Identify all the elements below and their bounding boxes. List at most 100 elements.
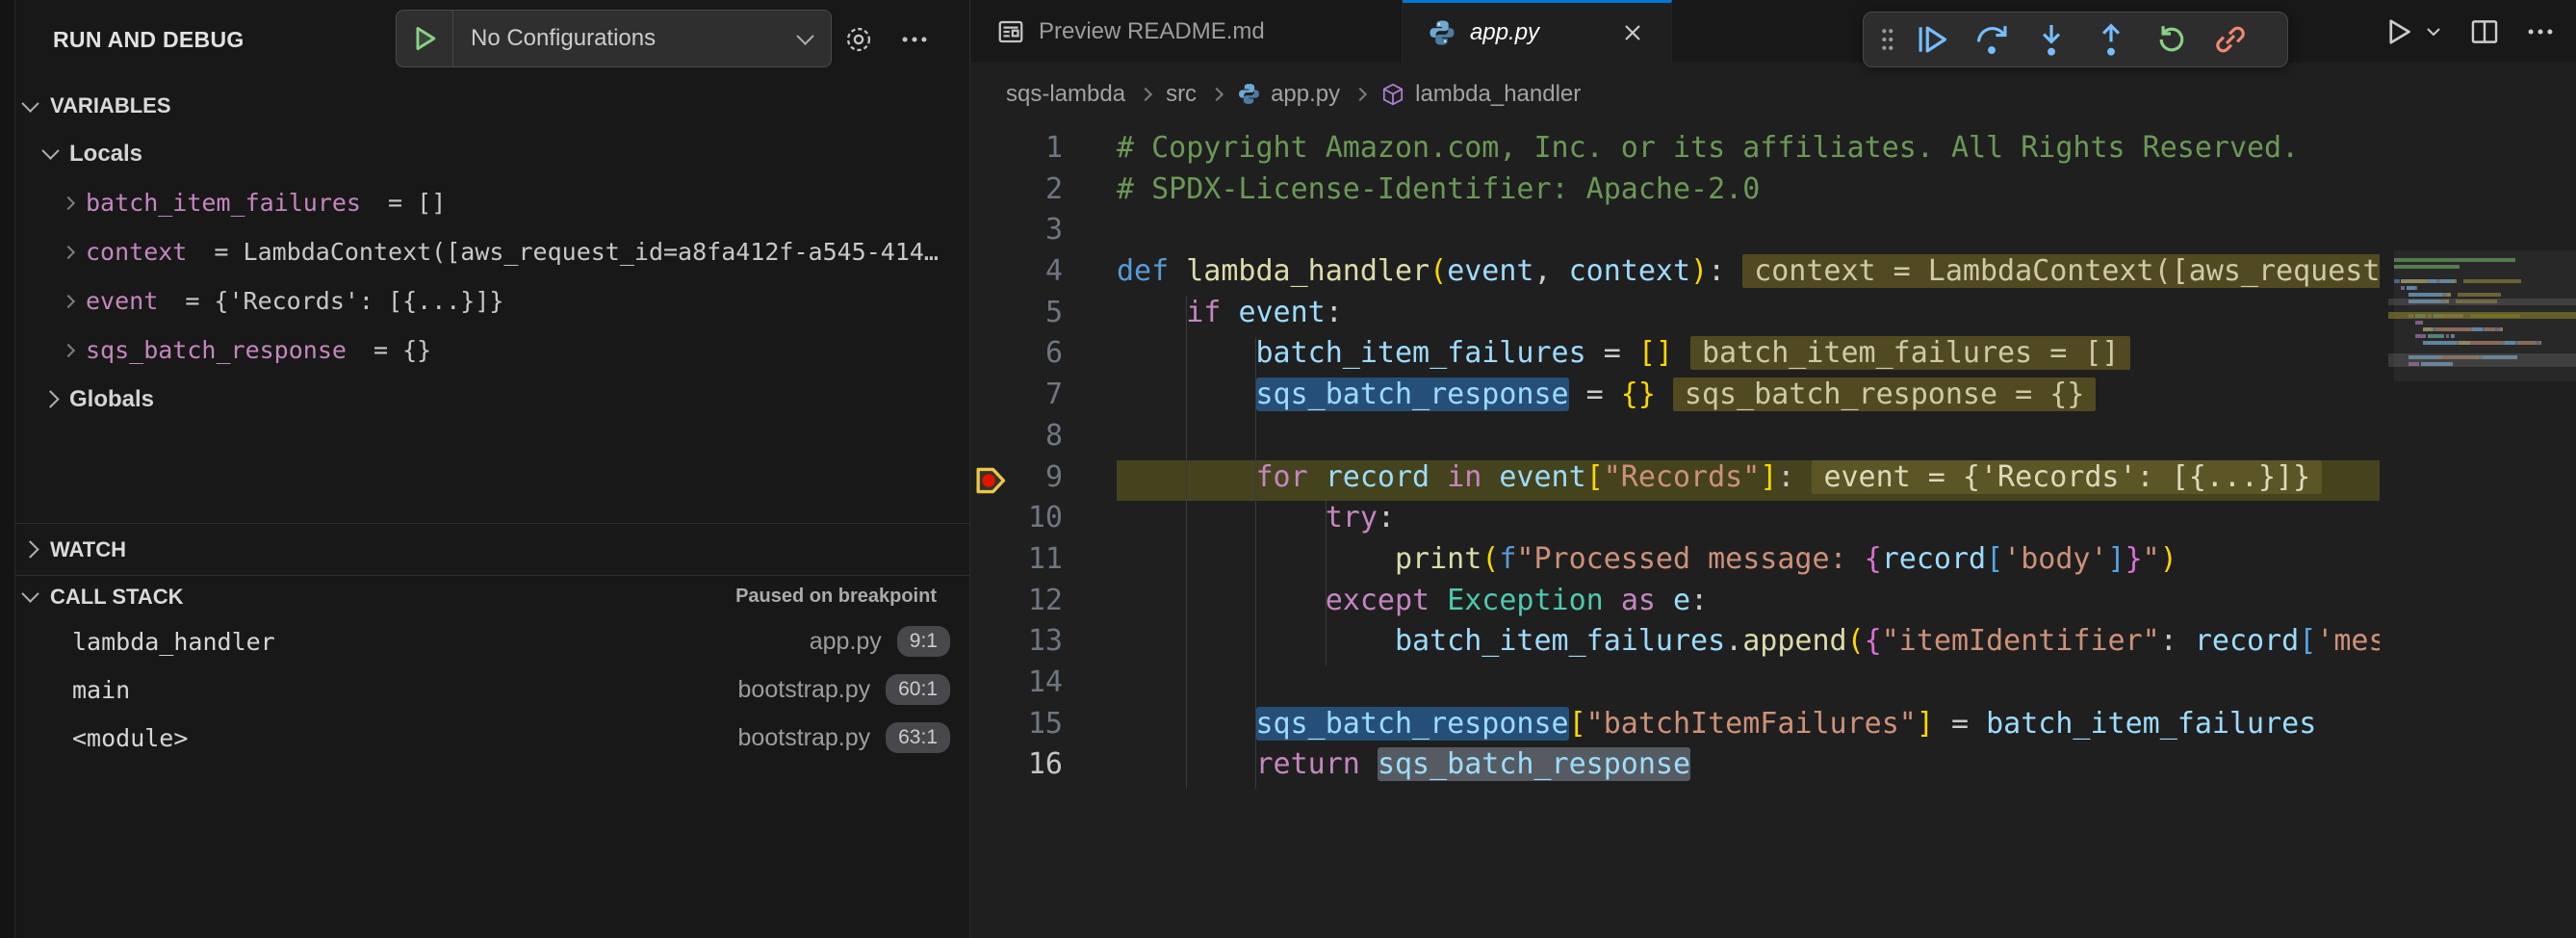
minimap-line bbox=[2394, 341, 2576, 345]
code-line-15[interactable]: sqs_batch_response["batchItemFailures"] … bbox=[1117, 707, 2380, 748]
minimap[interactable] bbox=[2394, 250, 2576, 938]
code-token: context bbox=[1569, 254, 1690, 288]
markdown-preview-icon bbox=[996, 17, 1025, 46]
breadcrumb-label: src bbox=[1166, 81, 1197, 108]
breadcrumb-item-app-py[interactable]: app.py bbox=[1237, 81, 1340, 108]
variable-row-sqs-batch-response[interactable]: sqs_batch_response = {} bbox=[0, 326, 969, 375]
stack-frame-lambda-handler[interactable]: lambda_handlerapp.py9:1 bbox=[0, 617, 969, 665]
minimap-token bbox=[2472, 341, 2501, 345]
code-line-9[interactable]: for record in event["Records"]:event = {… bbox=[1117, 460, 2380, 502]
gutter-line-10[interactable]: 10 bbox=[971, 501, 1117, 542]
code-line-11[interactable]: print(f"Processed message: {record['body… bbox=[1117, 542, 2380, 584]
breadcrumb-item-lambda-handler[interactable]: lambda_handler bbox=[1380, 81, 1581, 108]
continue-button[interactable] bbox=[1902, 17, 1962, 62]
breadcrumb-item-src[interactable]: src bbox=[1166, 81, 1197, 108]
variable-name: sqs_batch_response bbox=[86, 336, 347, 364]
variable-row-context[interactable]: context = LambdaContext([aws_request_id=… bbox=[0, 227, 969, 276]
step-into-button[interactable] bbox=[2022, 17, 2081, 62]
run-dropdown-chevron[interactable] bbox=[2422, 20, 2445, 43]
gutter-line-9[interactable]: 9 bbox=[971, 460, 1117, 502]
code-line-1[interactable]: # Copyright Amazon.com, Inc. or its affi… bbox=[1117, 131, 2380, 172]
minimap-gap bbox=[2457, 279, 2463, 283]
minimap-token bbox=[2453, 334, 2455, 338]
code-token: record bbox=[1882, 542, 1986, 576]
editor-group: Preview README.mdapp.py sqs-lambdasrcapp… bbox=[971, 0, 2576, 938]
stack-frame-module[interactable]: <module>bootstrap.py63:1 bbox=[0, 714, 969, 762]
editor-gutter[interactable]: 12345678910111213141516 bbox=[971, 131, 1117, 789]
code-line-12[interactable]: except Exception as e: bbox=[1117, 584, 2380, 625]
split-editor-button[interactable] bbox=[2468, 15, 2501, 48]
code-token bbox=[1117, 460, 1256, 494]
line-number: 1 bbox=[1045, 131, 1063, 165]
gutter-line-3[interactable]: 3 bbox=[971, 213, 1117, 254]
gutter-line-15[interactable]: 15 bbox=[971, 707, 1117, 748]
call-stack-header[interactable]: CALL STACK Paused on breakpoint bbox=[0, 576, 969, 617]
code-lines[interactable]: # Copyright Amazon.com, Inc. or its affi… bbox=[1117, 131, 2380, 789]
code-line-7[interactable]: sqs_batch_response = {}sqs_batch_respons… bbox=[1117, 378, 2380, 419]
gutter-line-1[interactable]: 1 bbox=[971, 131, 1117, 172]
more-actions-button[interactable] bbox=[2524, 15, 2557, 48]
code-line-6[interactable]: batch_item_failures = []batch_item_failu… bbox=[1117, 336, 2380, 378]
gutter-line-14[interactable]: 14 bbox=[971, 665, 1117, 707]
frame-file-name: bootstrap.py bbox=[738, 724, 871, 752]
variable-row-batch-item-failures[interactable]: batch_item_failures = [] bbox=[0, 178, 969, 227]
start-debugging-icon[interactable] bbox=[397, 11, 453, 66]
gutter-line-13[interactable]: 13 bbox=[971, 624, 1117, 665]
code-token: f bbox=[1499, 542, 1516, 576]
gutter-line-4[interactable]: 4 bbox=[971, 254, 1117, 296]
code-token: e bbox=[1673, 584, 1690, 617]
views-and-more-actions-button[interactable] bbox=[895, 20, 934, 59]
code-line-4[interactable]: def lambda_handler(event, context):conte… bbox=[1117, 254, 2380, 296]
gutter-line-16[interactable]: 16 bbox=[971, 747, 1117, 789]
breadcrumb-item-sqs-lambda[interactable]: sqs-lambda bbox=[1006, 81, 1125, 108]
close-icon[interactable] bbox=[1619, 19, 1646, 46]
gutter-line-12[interactable]: 12 bbox=[971, 584, 1117, 625]
gutter-line-2[interactable]: 2 bbox=[971, 172, 1117, 214]
variables-header[interactable]: VARIABLES bbox=[0, 83, 969, 129]
tab-app-py[interactable]: app.py bbox=[1403, 0, 1672, 63]
run-button[interactable] bbox=[2382, 14, 2416, 49]
disconnect-button[interactable] bbox=[2201, 17, 2260, 62]
code-line-10[interactable]: try: bbox=[1117, 501, 2380, 542]
step-out-button[interactable] bbox=[2081, 17, 2141, 62]
watch-section-header[interactable]: WATCH bbox=[0, 523, 969, 575]
code-line-8[interactable] bbox=[1117, 419, 2380, 460]
frame-function-name: <module> bbox=[72, 724, 188, 752]
minimap-token bbox=[2428, 279, 2436, 283]
variable-row-event[interactable]: event = {'Records': [{...}]} bbox=[0, 276, 969, 326]
gutter-line-6[interactable]: 6 bbox=[971, 336, 1117, 378]
gutter-line-11[interactable]: 11 bbox=[971, 542, 1117, 584]
code-editor[interactable]: 12345678910111213141516 # Copyright Amaz… bbox=[971, 125, 2576, 938]
breakpoint-paused-icon[interactable] bbox=[973, 463, 1008, 503]
minimap-line bbox=[2394, 293, 2576, 297]
frame-line-column-badge: 9:1 bbox=[897, 626, 950, 657]
frame-file-name: app.py bbox=[810, 628, 882, 656]
restart-button[interactable] bbox=[2141, 17, 2201, 62]
stack-frame-main[interactable]: mainbootstrap.py60:1 bbox=[0, 665, 969, 714]
code-token: lambda_handler bbox=[1186, 254, 1430, 288]
settings-gear-icon[interactable] bbox=[839, 20, 878, 59]
gutter-line-5[interactable]: 5 bbox=[971, 296, 1117, 337]
debug-configuration-dropdown[interactable]: No Configurations bbox=[396, 10, 832, 67]
code-token: sqs_batch_response bbox=[1256, 378, 1569, 411]
line-number: 2 bbox=[1045, 172, 1063, 206]
variables-group-locals[interactable]: Locals bbox=[0, 129, 969, 178]
code-line-14[interactable] bbox=[1117, 665, 2380, 707]
code-line-16[interactable]: return sqs_batch_response bbox=[1117, 747, 2380, 789]
step-over-button[interactable] bbox=[1962, 17, 2022, 62]
gripper-icon[interactable] bbox=[1871, 25, 1902, 54]
chevron-expanded-icon bbox=[21, 585, 39, 602]
code-line-5[interactable]: if event: bbox=[1117, 296, 2380, 337]
gutter-line-8[interactable]: 8 bbox=[971, 419, 1117, 460]
line-number: 8 bbox=[1045, 419, 1063, 453]
minimap-line bbox=[2394, 265, 2576, 269]
code-line-13[interactable]: batch_item_failures.append({"itemIdentif… bbox=[1117, 624, 2380, 665]
call-stack-header-label: CALL STACK bbox=[50, 585, 184, 610]
code-line-2[interactable]: # SPDX-License-Identifier: Apache-2.0 bbox=[1117, 172, 2380, 214]
code-line-3[interactable] bbox=[1117, 213, 2380, 254]
tab-preview-readme-md[interactable]: Preview README.md bbox=[971, 0, 1403, 63]
gutter-line-7[interactable]: 7 bbox=[971, 378, 1117, 419]
code-token bbox=[1117, 296, 1186, 329]
variables-group-globals[interactable]: Globals bbox=[0, 375, 969, 424]
code-token: event bbox=[1499, 460, 1585, 494]
